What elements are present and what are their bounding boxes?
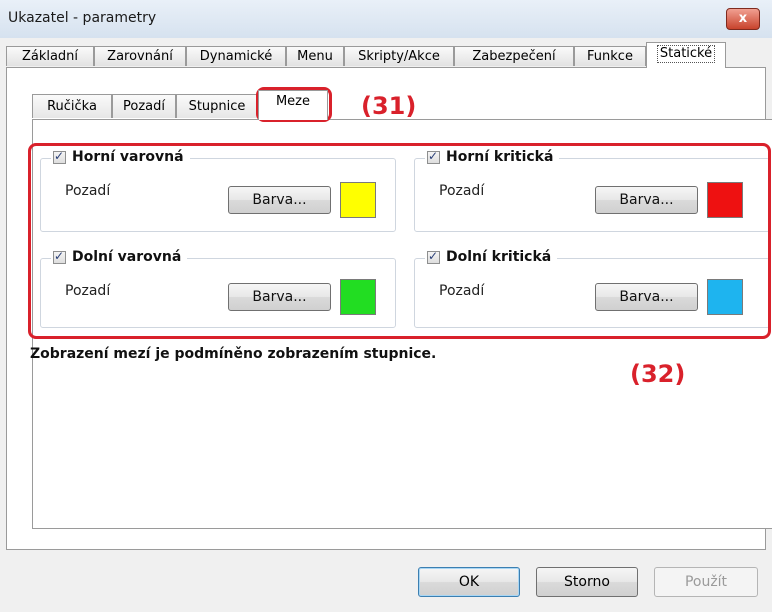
tab-funkce[interactable]: Funkce	[574, 46, 646, 66]
annotation-label-32: (32)	[630, 360, 686, 388]
main-tab-bar: Základní Zarovnání Dynamické Menu Skript…	[0, 38, 772, 68]
annotation-box-32	[28, 143, 771, 339]
tab-dynamicke[interactable]: Dynamické	[186, 46, 286, 66]
subtab-rucicka[interactable]: Ručička	[32, 94, 112, 118]
title-bar: Ukazatel - parametry x	[0, 0, 772, 38]
annotation-label-31: (31)	[361, 92, 417, 120]
tab-menu[interactable]: Menu	[286, 46, 344, 66]
subtab-label: Ručička	[47, 99, 97, 114]
tab-label: Zabezpečení	[472, 49, 556, 64]
dialog-window: Ukazatel - parametry x Základní Zarovnán…	[0, 0, 772, 612]
cancel-button[interactable]: Storno	[536, 567, 638, 597]
tab-staticke[interactable]: Statické	[646, 42, 726, 68]
tab-label: Funkce	[587, 49, 633, 64]
tab-zarovnani[interactable]: Zarovnání	[94, 46, 186, 66]
subtab-label: Meze	[275, 94, 311, 109]
apply-button[interactable]: Použít	[654, 567, 758, 597]
subtab-pozadi[interactable]: Pozadí	[112, 94, 176, 118]
tab-zakladni[interactable]: Základní	[6, 46, 94, 66]
tab-label: Dynamické	[199, 49, 273, 64]
subtab-label: Stupnice	[188, 99, 246, 114]
tab-label: Statické	[656, 45, 716, 63]
ok-button[interactable]: OK	[418, 567, 520, 597]
tab-label: Základní	[21, 49, 79, 64]
tab-label: Zarovnání	[107, 49, 173, 64]
subtab-stupnice[interactable]: Stupnice	[176, 94, 258, 118]
info-note: Zobrazení mezí je podmíněno zobrazením s…	[30, 346, 437, 362]
window-title: Ukazatel - parametry	[8, 10, 157, 26]
tab-zabezpeceni[interactable]: Zabezpečení	[454, 46, 574, 66]
subtab-label: Pozadí	[123, 99, 165, 114]
tab-label: Menu	[297, 49, 333, 64]
tab-skripty-akce[interactable]: Skripty/Akce	[344, 46, 454, 66]
subtab-meze[interactable]: Meze	[258, 90, 328, 120]
close-icon[interactable]: x	[726, 8, 760, 30]
tab-label: Skripty/Akce	[358, 49, 440, 64]
